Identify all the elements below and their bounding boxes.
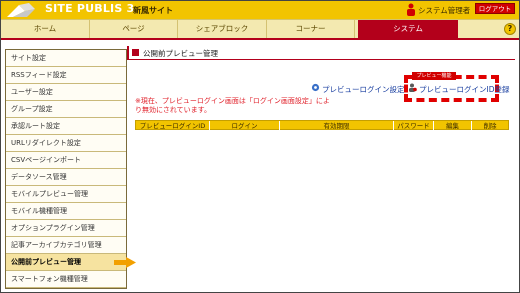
- sidebar-item-mobile-models[interactable]: モバイル機種管理: [6, 203, 126, 220]
- square-bullet-icon: [132, 49, 139, 56]
- preview-feature-tag: プレビュー機能: [412, 72, 456, 80]
- notice-text: ※現在、プレビューログイン画面は「ログイン画面設定」により無効にされています。: [135, 97, 330, 114]
- table-header-delete: 削除: [483, 122, 497, 130]
- table-header-password: パスワード: [394, 121, 434, 131]
- preview-login-table: プレビューログインID ログイン 有効期限 パスワード 編集 削除: [135, 120, 509, 131]
- sidebar: サイト設定 RSSフィード設定 ユーザー設定 グループ設定 承認ルート設定 UR…: [5, 49, 136, 289]
- page-title-bar: 公開前プレビュー管理: [127, 46, 515, 60]
- preview-login-id-register-label: プレビューログインID登録: [419, 85, 510, 94]
- preview-login-settings-label: プレビューログイン設定: [322, 85, 405, 94]
- sidebar-item-users[interactable]: ユーザー設定: [6, 84, 126, 101]
- sidebar-item-archive-category[interactable]: 記事アーカイブカテゴリ管理: [6, 237, 126, 254]
- user-name: システム管理者: [418, 6, 471, 15]
- site-name: 新風サイト: [133, 6, 173, 15]
- sidebar-item-label: 公開前プレビュー管理: [11, 258, 81, 266]
- logout-button[interactable]: ログアウト: [475, 3, 515, 14]
- table-header-expiry: 有効期限: [280, 121, 394, 131]
- sidebar-item-option-plugins[interactable]: オプションプラグイン管理: [6, 220, 126, 237]
- tab-corner[interactable]: コーナー: [267, 20, 355, 38]
- table-header-edit: 編集: [434, 121, 472, 131]
- logo-text: SITE PUBLIS 3: [45, 2, 135, 15]
- user-icon: [407, 3, 415, 16]
- user-add-icon: [409, 83, 417, 92]
- help-icon[interactable]: ?: [504, 23, 516, 35]
- table-header-login: ログイン: [210, 121, 280, 131]
- sidebar-item-url-redirect[interactable]: URLリダイレクト設定: [6, 135, 126, 152]
- tab-system[interactable]: システム: [358, 20, 458, 38]
- sidebar-item-approval-route[interactable]: 承認ルート設定: [6, 118, 126, 135]
- settings-gear-icon: [311, 83, 320, 92]
- logo-icon: [7, 3, 35, 17]
- sidebar-item-smartphone-models[interactable]: スマートフォン機種管理: [6, 271, 126, 288]
- sidebar-item-groups[interactable]: グループ設定: [6, 101, 126, 118]
- header-bar: SITE PUBLIS 3 新風サイト システム管理者 ログアウト: [1, 1, 519, 19]
- sidebar-item-rss-feed[interactable]: RSSフィード設定: [6, 67, 126, 84]
- tab-home[interactable]: ホーム: [1, 20, 90, 38]
- sidebar-item-mobile-preview[interactable]: モバイルプレビュー管理: [6, 186, 126, 203]
- tab-page[interactable]: ページ: [90, 20, 178, 38]
- sidebar-item-data-source[interactable]: データソース管理: [6, 169, 126, 186]
- tab-share-block[interactable]: シェアブロック: [178, 20, 267, 38]
- sidebar-item-csv-import[interactable]: CSVページインポート: [6, 152, 126, 169]
- main-nav: ホーム ページ シェアブロック コーナー システム ?: [1, 19, 519, 40]
- sidebar-item-site-settings[interactable]: サイト設定: [6, 50, 126, 67]
- main-panel: 公開前プレビュー管理 プレビューログイン設定 プレビュー機能 プレビューログイン…: [127, 46, 517, 290]
- sidebar-item-prepublish-preview[interactable]: 公開前プレビュー管理: [6, 254, 136, 271]
- page-title: 公開前プレビュー管理: [143, 49, 218, 58]
- table-header-login-id: プレビューログインID: [136, 121, 210, 131]
